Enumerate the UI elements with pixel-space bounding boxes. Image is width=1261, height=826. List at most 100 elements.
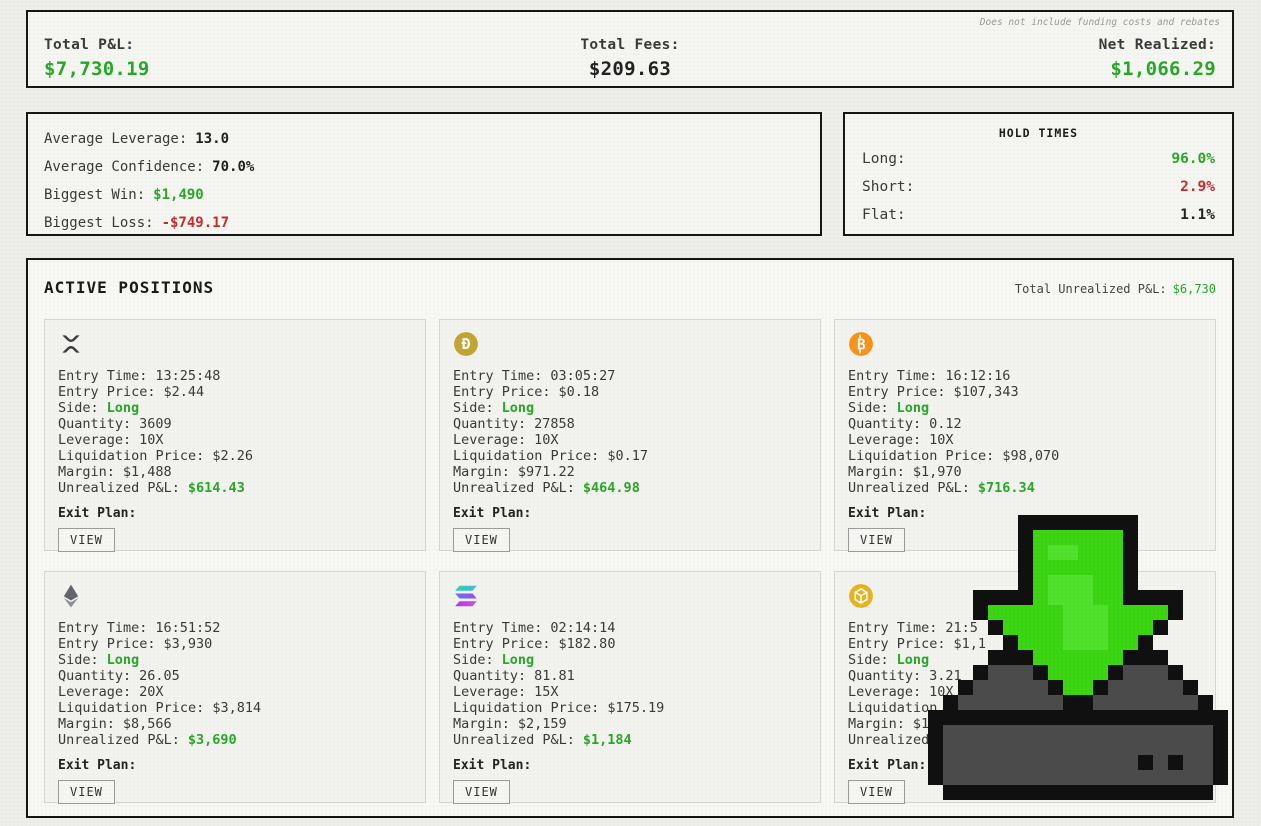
liquidation-price-value: $3,814 xyxy=(212,700,261,716)
stat-row-biggest-loss: Biggest Loss: -$749.17 xyxy=(44,209,804,237)
stat-label: Average Confidence: xyxy=(44,159,204,175)
stat-value: -$749.17 xyxy=(162,215,229,231)
leverage-value: 15X xyxy=(534,684,558,700)
total-unrealized-label: Total Unrealized P&L: xyxy=(1015,282,1167,296)
leverage-value: 10X xyxy=(534,432,558,448)
margin-value: $1,488 xyxy=(123,464,172,480)
stat-value: 70.0% xyxy=(212,159,254,175)
position-card: Entry Time: 16:51:52 Entry Price: $3,930 S… xyxy=(44,571,426,803)
unrealized-pnl-value: $614.43 xyxy=(188,480,245,496)
net-realized-label: Net Realized: xyxy=(825,37,1216,53)
net-realized-value: $1,066.29 xyxy=(825,58,1216,80)
entry-price-label: Entry Price: xyxy=(848,384,946,400)
side-label: Side: xyxy=(848,400,889,416)
side-value: Long xyxy=(107,400,140,416)
entry-time-label: Entry Time: xyxy=(58,368,147,384)
margin-value: $1,970 xyxy=(913,464,962,480)
unrealized-pnl-label: Unrealized P&L: xyxy=(848,480,970,496)
view-exit-plan-button[interactable]: VIEW xyxy=(58,780,115,804)
hold-row-short: Short:2.9% xyxy=(845,173,1232,201)
quantity-label: Quantity: xyxy=(848,416,921,432)
margin-label: Margin: xyxy=(848,464,905,480)
quantity-value: 0.12 xyxy=(929,416,962,432)
side-value: Long xyxy=(502,652,535,668)
position-card: Entry Time:13:25:48 Entry Price:$2.44 Si… xyxy=(44,319,426,551)
liquidation-price-label: Liquidation Price: xyxy=(58,700,204,716)
entry-price-label: Entry Price: xyxy=(453,384,551,400)
leverage-label: Leverage: xyxy=(58,684,131,700)
leverage-label: Leverage: xyxy=(58,432,131,448)
entry-price-value: $182.80 xyxy=(559,636,616,652)
side-value: Long xyxy=(897,400,930,416)
bnb-icon xyxy=(848,583,874,609)
unrealized-pnl-label: Unrealized P&L: xyxy=(453,732,575,748)
entry-price-value: $2.44 xyxy=(164,384,205,400)
margin-label: Margin: xyxy=(848,716,905,732)
doge-icon: Đ xyxy=(453,331,479,357)
entry-price-label: Entry Price: xyxy=(58,384,156,400)
liquidation-price-value: $175.19 xyxy=(607,700,664,716)
leverage-value: 20X xyxy=(139,684,163,700)
margin-value: $971.22 xyxy=(518,464,575,480)
entry-price-value: $3,930 xyxy=(164,636,213,652)
stat-row-average-leverage: Average Leverage:13.0 xyxy=(44,125,804,153)
leverage-label: Leverage: xyxy=(848,432,921,448)
view-exit-plan-button[interactable]: VIEW xyxy=(453,528,510,552)
hold-label: Long: xyxy=(862,145,906,173)
unrealized-pnl-value: $3,690 xyxy=(188,732,237,748)
entry-time-label: Entry Time: xyxy=(58,620,147,636)
entry-price-label: Entry Price: xyxy=(58,636,156,652)
hold-label: Short: xyxy=(862,173,914,201)
entry-time-value: 02:14:14 xyxy=(550,620,615,636)
stat-row-biggest-win: Biggest Win:$1,490 xyxy=(44,181,804,209)
leverage-label: Leverage: xyxy=(453,684,526,700)
unrealized-pnl-value: $464.98 xyxy=(583,480,640,496)
view-exit-plan-button[interactable]: VIEW xyxy=(848,528,905,552)
entry-time-value: 16:51:52 xyxy=(155,620,220,636)
unrealized-pnl-label: Unrealized P&L: xyxy=(58,732,180,748)
hold-value: 1.1% xyxy=(1180,201,1215,229)
summary-bar: Does not include funding costs and rebat… xyxy=(26,10,1234,88)
quantity-label: Quantity: xyxy=(58,668,131,684)
entry-time-value: 13:25:48 xyxy=(155,368,220,384)
liquidation-price-value: $2.26 xyxy=(212,448,253,464)
quantity-label: Quantity: xyxy=(848,668,921,684)
margin-label: Margin: xyxy=(453,716,510,732)
margin-value: $2,159 xyxy=(518,716,567,732)
total-pnl-label: Total P&L: xyxy=(44,37,435,53)
hold-row-long: Long: 96.0% xyxy=(845,145,1232,173)
view-exit-plan-button[interactable]: VIEW xyxy=(58,528,115,552)
pixel-download-icon xyxy=(928,515,1228,800)
exit-plan-label: Exit Plan: xyxy=(58,758,412,773)
view-exit-plan-button[interactable]: VIEW xyxy=(453,780,510,804)
liquidation-price-label: Liquidation Price: xyxy=(58,448,204,464)
hold-times-panel: HOLD TIMES Long: 96.0% Short:2.9% Flat:1.… xyxy=(843,112,1234,236)
btc-icon: B xyxy=(848,331,874,357)
liquidation-price-label: Liquidation Price: xyxy=(848,448,994,464)
side-label: Side: xyxy=(58,652,99,668)
hold-row-flat: Flat:1.1% xyxy=(845,201,1232,229)
leverage-label: Leverage: xyxy=(848,684,921,700)
trading-dashboard: { "note": "Does not include funding cost… xyxy=(0,0,1261,826)
entry-time-label: Entry Time: xyxy=(453,368,542,384)
hold-value: 96.0% xyxy=(1171,145,1215,173)
side-value: Long xyxy=(502,400,535,416)
stat-value: 13.0 xyxy=(195,131,229,147)
svg-text:B: B xyxy=(857,336,866,353)
net-realized: Net Realized: $1,066.29 xyxy=(825,37,1216,80)
total-unrealized-value: $6,730 xyxy=(1173,282,1216,296)
liquidation-price-value: $0.17 xyxy=(607,448,648,464)
quantity-label: Quantity: xyxy=(453,416,526,432)
stat-label: Biggest Loss: xyxy=(44,215,154,231)
funding-note: Does not include funding costs and rebat… xyxy=(980,17,1220,28)
exit-plan-label: Exit Plan: xyxy=(58,506,412,521)
xrp-icon xyxy=(58,331,84,357)
total-fees-value: $209.63 xyxy=(435,58,826,80)
margin-label: Margin: xyxy=(58,464,115,480)
hold-times-title: HOLD TIMES xyxy=(845,126,1232,140)
leverage-value: 10X xyxy=(139,432,163,448)
active-positions-header: ACTIVE POSITIONS Total Unrealized P&L:$6… xyxy=(28,260,1232,300)
view-exit-plan-button[interactable]: VIEW xyxy=(848,780,905,804)
quantity-value: 81.81 xyxy=(534,668,575,684)
stats-panel: Average Leverage:13.0 Average Confidence… xyxy=(26,112,822,236)
